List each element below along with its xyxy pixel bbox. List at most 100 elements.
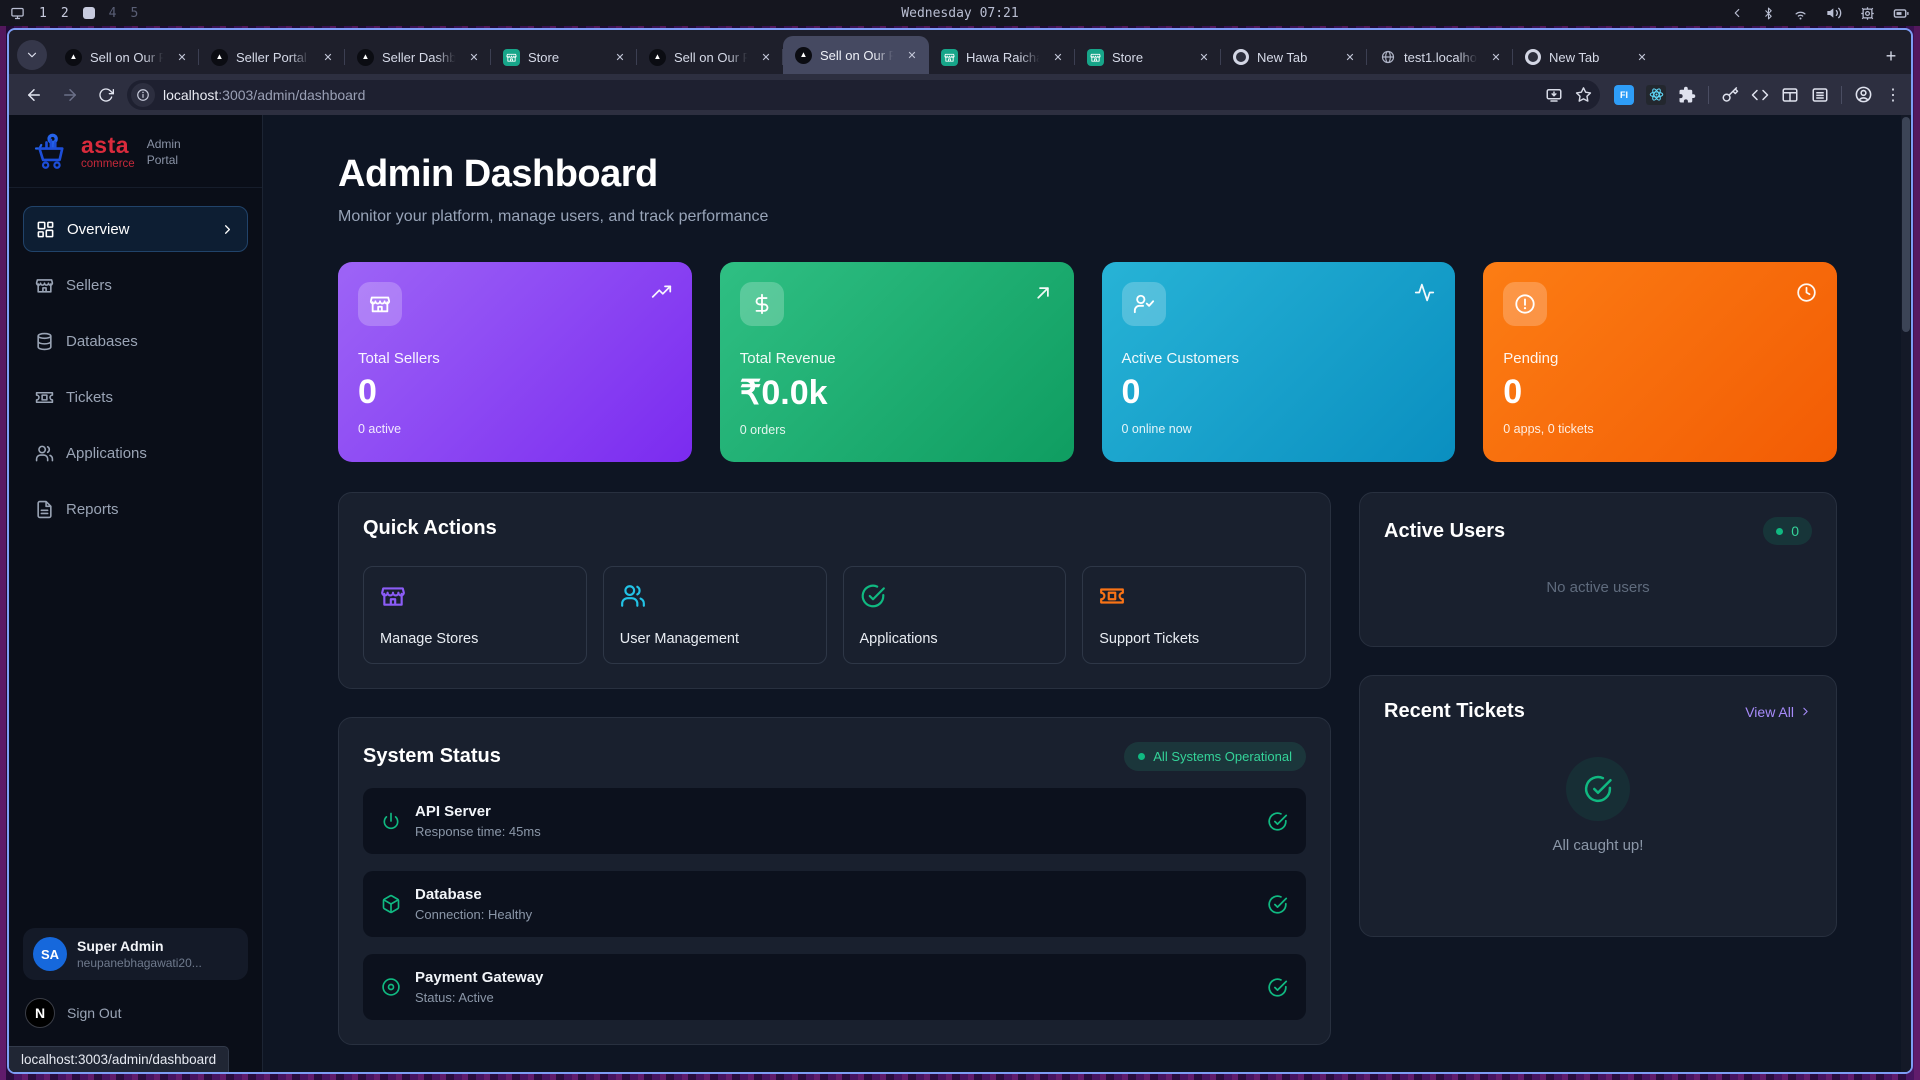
store-icon — [380, 583, 406, 609]
recent-tickets-title: Recent Tickets — [1384, 700, 1525, 723]
quick-actions-panel: Quick Actions Manage Stores User Managem… — [338, 492, 1331, 689]
tab[interactable]: New Tab — [1221, 40, 1367, 74]
tab-close-icon[interactable] — [173, 48, 191, 66]
stat-card-total-revenue[interactable]: Total Revenue ₹0.0k 0 orders — [720, 262, 1074, 462]
site-info-icon[interactable] — [131, 83, 155, 107]
tab-active[interactable]: ▲Sell on Our P — [783, 36, 929, 74]
chevron-right-icon — [1799, 705, 1812, 718]
back-button[interactable] — [19, 80, 49, 110]
tab[interactable]: ▲Seller Portal — [199, 40, 345, 74]
workspace-1[interactable]: 1 — [39, 6, 47, 21]
reload-button[interactable] — [91, 80, 121, 110]
manage-stores-button[interactable]: Manage Stores — [363, 566, 587, 664]
sidebar-item-databases[interactable]: Databases — [23, 318, 248, 364]
scrollbar-thumb[interactable] — [1902, 117, 1910, 332]
tab[interactable]: New Tab — [1513, 40, 1659, 74]
stat-card-pending[interactable]: Pending 0 0 apps, 0 tickets — [1483, 262, 1837, 462]
profile-icon[interactable] — [1854, 85, 1873, 104]
status-row-payment-gateway: Payment Gateway Status: Active — [363, 954, 1306, 1020]
address-bar[interactable]: localhost:3003/admin/dashboard — [127, 80, 1600, 110]
tab-close-icon[interactable] — [757, 48, 775, 66]
list-panel-icon[interactable] — [1811, 86, 1829, 104]
tab-close-icon[interactable] — [903, 46, 921, 64]
react-devtools-icon[interactable] — [1646, 85, 1666, 105]
new-tab-button[interactable] — [1877, 42, 1905, 70]
store-favicon — [1087, 49, 1104, 66]
sidebar-item-reports[interactable]: Reports — [23, 486, 248, 532]
active-users-title: Active Users — [1384, 520, 1505, 543]
avatar: SA — [33, 937, 67, 971]
support-tickets-button[interactable]: Support Tickets — [1082, 566, 1306, 664]
sidebar-item-applications[interactable]: Applications — [23, 430, 248, 476]
browser-menu-icon[interactable] — [1885, 85, 1901, 105]
workspace-5[interactable]: 5 — [130, 6, 138, 21]
tab-close-icon[interactable] — [465, 48, 483, 66]
battery-icon[interactable] — [1893, 5, 1910, 22]
workspace-2[interactable]: 2 — [61, 6, 69, 21]
store-favicon — [941, 49, 958, 66]
workspace-4[interactable]: 4 — [109, 6, 117, 21]
page-scrollbar[interactable] — [1901, 115, 1911, 1072]
stat-card-total-sellers[interactable]: Total Sellers 0 0 active — [338, 262, 692, 462]
sign-out-button[interactable]: N Sign Out — [25, 998, 248, 1028]
install-app-icon[interactable] — [1545, 86, 1563, 104]
tab-close-icon[interactable] — [1049, 48, 1067, 66]
tab[interactable]: ▲Seller Dashb — [345, 40, 491, 74]
brand-sub: commerce — [81, 159, 135, 171]
code-icon[interactable] — [1751, 86, 1769, 104]
tab[interactable]: Store — [1075, 40, 1221, 74]
cart-logo-icon — [29, 131, 71, 173]
globe-favicon — [1379, 49, 1396, 66]
user-card[interactable]: SA Super Admin neupanebhagawati20... — [23, 928, 248, 980]
tab-close-icon[interactable] — [1633, 48, 1651, 66]
dashboard-grid-icon — [36, 220, 55, 239]
tab-close-icon[interactable] — [611, 48, 629, 66]
panel-icon[interactable] — [1781, 86, 1799, 104]
sidebar-item-sellers[interactable]: Sellers — [23, 262, 248, 308]
check-circle-icon — [1267, 811, 1288, 832]
chevron-left-icon[interactable] — [1730, 6, 1744, 20]
brand: asta commerce Admin Portal — [9, 115, 262, 188]
trending-up-icon — [651, 282, 672, 303]
tab-close-icon[interactable] — [1487, 48, 1505, 66]
url-path: :3003/admin/dashboard — [218, 87, 365, 103]
tab[interactable]: test1.localho — [1367, 40, 1513, 74]
extensions-puzzle-icon[interactable] — [1678, 86, 1696, 104]
volume-icon[interactable] — [1826, 5, 1842, 21]
page-title: Admin Dashboard — [338, 153, 1837, 196]
all-caught-up-icon — [1566, 757, 1630, 821]
tab-close-icon[interactable] — [1341, 48, 1359, 66]
file-text-icon — [35, 500, 54, 519]
tab-close-icon[interactable] — [1195, 48, 1213, 66]
view-all-link[interactable]: View All — [1745, 704, 1812, 720]
power-icon — [381, 811, 401, 831]
check-circle-icon — [1267, 977, 1288, 998]
workspace-3-active[interactable]: 3 — [83, 7, 95, 19]
wifi-icon[interactable] — [1793, 6, 1808, 21]
user-management-button[interactable]: User Management — [603, 566, 827, 664]
check-circle-icon — [1583, 774, 1613, 804]
applications-button[interactable]: Applications — [843, 566, 1067, 664]
active-users-count-badge: 0 — [1763, 517, 1812, 545]
dollar-sign-icon — [751, 293, 773, 315]
tab-close-icon[interactable] — [319, 48, 337, 66]
sidebar-item-tickets[interactable]: Tickets — [23, 374, 248, 420]
bluetooth-icon[interactable] — [1762, 7, 1775, 20]
tab[interactable]: ▲Sell on Our P — [53, 40, 199, 74]
nextjs-badge-icon[interactable]: N — [25, 998, 55, 1028]
password-key-icon[interactable] — [1721, 86, 1739, 104]
stat-card-active-customers[interactable]: Active Customers 0 0 online now — [1102, 262, 1456, 462]
cpu-icon[interactable] — [1860, 6, 1875, 21]
tab[interactable]: Store — [491, 40, 637, 74]
active-users-panel: Active Users 0 No active users — [1359, 492, 1837, 647]
tab[interactable]: ▲Sell on Our P — [637, 40, 783, 74]
vercel-favicon: ▲ — [357, 49, 374, 66]
user-email: neupanebhagawati20... — [77, 956, 202, 970]
bookmark-star-icon[interactable] — [1575, 86, 1592, 103]
extension-fi-icon[interactable]: FI — [1614, 85, 1634, 105]
sidebar-item-overview[interactable]: Overview — [23, 206, 248, 252]
arrow-up-right-icon — [1033, 282, 1054, 303]
forward-button[interactable] — [55, 80, 85, 110]
tab[interactable]: Hawa Raicha — [929, 40, 1075, 74]
tab-search-button[interactable] — [17, 40, 47, 70]
